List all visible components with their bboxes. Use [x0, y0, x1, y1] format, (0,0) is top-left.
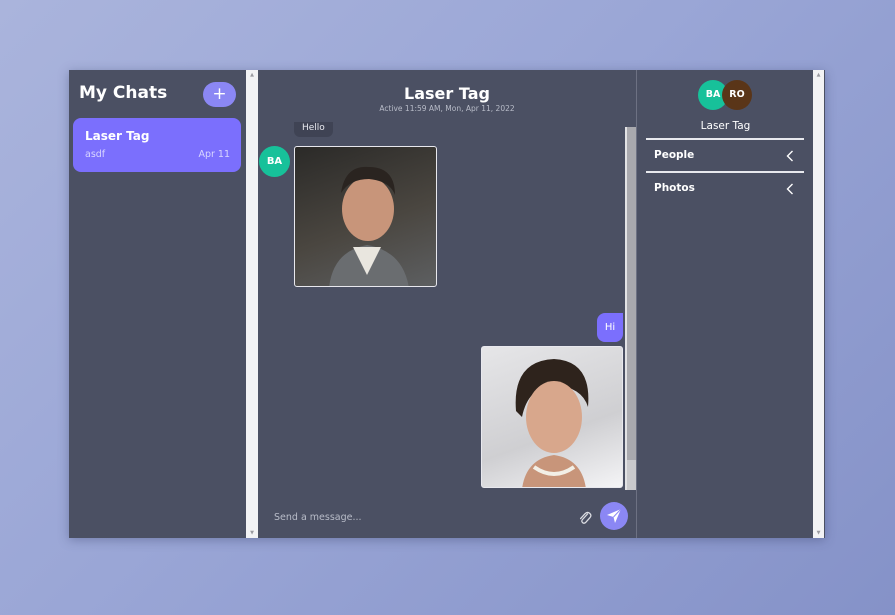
- chat-feed-scrollbar[interactable]: [625, 127, 636, 490]
- chat-details-panel: BA RO Laser Tag People Photos: [636, 70, 813, 538]
- photos-section-toggle[interactable]: Photos: [646, 171, 804, 203]
- chevron-left-icon: [786, 150, 793, 162]
- chat-card-last-message: asdf: [85, 149, 106, 160]
- member-avatar-ro: RO: [722, 80, 752, 110]
- paperclip-icon[interactable]: [578, 510, 592, 526]
- message-input[interactable]: [274, 507, 564, 527]
- chat-card-date: Apr 11: [198, 149, 230, 160]
- people-section-toggle[interactable]: People: [646, 138, 804, 170]
- scroll-down-arrow-icon[interactable]: ▼: [246, 530, 258, 536]
- paper-plane-icon: [607, 508, 622, 523]
- scroll-up-arrow-icon[interactable]: ▲: [813, 72, 824, 78]
- chat-activity-status: Active 11:59 AM, Mon, Apr 11, 2022: [379, 104, 515, 113]
- message-bubble-outgoing: Hi: [597, 313, 623, 342]
- details-chat-name: Laser Tag: [700, 120, 751, 132]
- details-scrollbar[interactable]: ▲ ▼: [813, 70, 824, 538]
- chats-title: My Chats: [79, 83, 168, 103]
- send-button[interactable]: [600, 502, 628, 530]
- chats-header: My Chats +: [79, 82, 236, 108]
- chats-scrollbar[interactable]: ▲ ▼: [246, 70, 258, 538]
- chat-card-title: Laser Tag: [85, 129, 150, 143]
- chat-card-laser-tag[interactable]: Laser Tag asdf Apr 11: [73, 118, 241, 172]
- scroll-thumb[interactable]: [627, 127, 636, 460]
- chat-title: Laser Tag: [404, 84, 490, 103]
- chats-panel: My Chats + Laser Tag asdf Apr 11: [69, 70, 246, 538]
- message-photo-outgoing[interactable]: [481, 346, 623, 488]
- chevron-left-icon: [786, 183, 793, 195]
- new-chat-button[interactable]: +: [203, 82, 236, 107]
- message-photo-incoming[interactable]: [294, 146, 437, 287]
- scroll-up-arrow-icon[interactable]: ▲: [246, 72, 258, 78]
- message-composer: [258, 498, 636, 538]
- scroll-down-arrow-icon[interactable]: ▼: [813, 530, 824, 536]
- people-section-label: People: [654, 149, 695, 161]
- member-avatars: BA RO: [698, 80, 758, 111]
- chat-feed-panel: Laser Tag Active 11:59 AM, Mon, Apr 11, …: [258, 70, 636, 538]
- portrait-man-image: [329, 166, 409, 286]
- photos-section-label: Photos: [654, 182, 695, 194]
- message-bubble-incoming: Hello: [294, 122, 333, 137]
- portrait-woman-image: [515, 359, 589, 487]
- chat-app-window: My Chats + Laser Tag asdf Apr 11 ▲ ▼ Las…: [69, 70, 825, 538]
- sender-avatar: BA: [259, 146, 290, 177]
